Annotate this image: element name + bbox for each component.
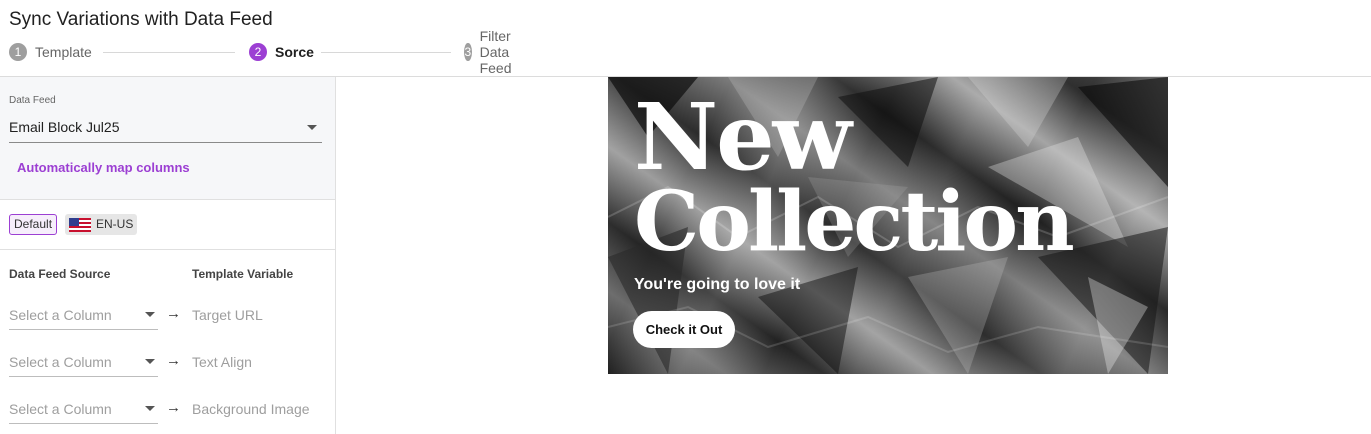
chevron-down-icon <box>307 125 317 130</box>
mapping-row: Select a Column → Text Align <box>0 347 335 377</box>
en-us-locale-label: EN-US <box>96 217 134 231</box>
template-variable: Background Image <box>192 401 310 417</box>
page-header: Sync Variations with Data Feed 1 Templat… <box>0 0 1371 77</box>
data-feed-panel: Data Feed Email Block Jul25 Automaticall… <box>0 77 335 200</box>
headline-collection: Collection <box>634 174 1075 270</box>
step-number: 2 <box>249 43 267 61</box>
page-title: Sync Variations with Data Feed <box>9 9 273 30</box>
step-template[interactable]: 1 Template <box>9 42 92 62</box>
locale-bar: Default EN-US <box>0 200 335 250</box>
column-select-placeholder: Select a Column <box>9 307 112 323</box>
template-variable: Text Align <box>192 354 252 370</box>
headline-new: New <box>634 83 852 191</box>
column-select[interactable]: Select a Column <box>9 300 158 330</box>
step-label: Sorce <box>275 44 314 60</box>
data-feed-select[interactable]: Email Block Jul25 <box>9 114 322 143</box>
step-connector <box>321 52 451 53</box>
data-feed-value: Email Block Jul25 <box>9 119 120 135</box>
step-filter-data-feed[interactable]: 3 Filter Data Feed <box>464 28 522 76</box>
column-select[interactable]: Select a Column <box>9 347 158 377</box>
column-select[interactable]: Select a Column <box>9 394 158 424</box>
chevron-down-icon <box>145 359 155 364</box>
arrow-right-icon: → <box>166 352 181 369</box>
step-number: 1 <box>9 43 27 61</box>
step-number: 3 <box>464 43 472 61</box>
column-select-placeholder: Select a Column <box>9 401 112 417</box>
step-connector <box>103 52 235 53</box>
chevron-down-icon <box>145 312 155 317</box>
data-feed-label: Data Feed <box>9 95 56 106</box>
mapping-row: Select a Column → Target URL <box>0 300 335 330</box>
chevron-down-icon <box>145 406 155 411</box>
column-select-placeholder: Select a Column <box>9 354 112 370</box>
step-source[interactable]: 2 Sorce <box>249 42 314 62</box>
data-feed-source-header: Data Feed Source <box>9 267 111 281</box>
us-flag-icon <box>69 217 91 232</box>
step-label: Filter Data Feed <box>479 28 512 76</box>
template-variable-header: Template Variable <box>192 267 294 281</box>
arrow-right-icon: → <box>166 305 181 322</box>
en-us-locale-chip[interactable]: EN-US <box>65 214 138 235</box>
email-banner-preview: New Collection You're going to love it C… <box>608 77 1168 374</box>
auto-map-columns-button[interactable]: Automatically map columns <box>17 160 190 175</box>
check-it-out-button[interactable]: Check it Out <box>633 311 735 348</box>
sidebar: Data Feed Email Block Jul25 Automaticall… <box>0 77 336 434</box>
banner-subline: You're going to love it <box>634 276 801 293</box>
step-label: Template <box>35 44 92 60</box>
preview-area: New Collection You're going to love it C… <box>337 77 1371 434</box>
template-variable: Target URL <box>192 307 263 323</box>
mapping-row: Select a Column → Background Image <box>0 394 335 424</box>
arrow-right-icon: → <box>166 399 181 416</box>
default-locale-chip[interactable]: Default <box>9 214 58 235</box>
